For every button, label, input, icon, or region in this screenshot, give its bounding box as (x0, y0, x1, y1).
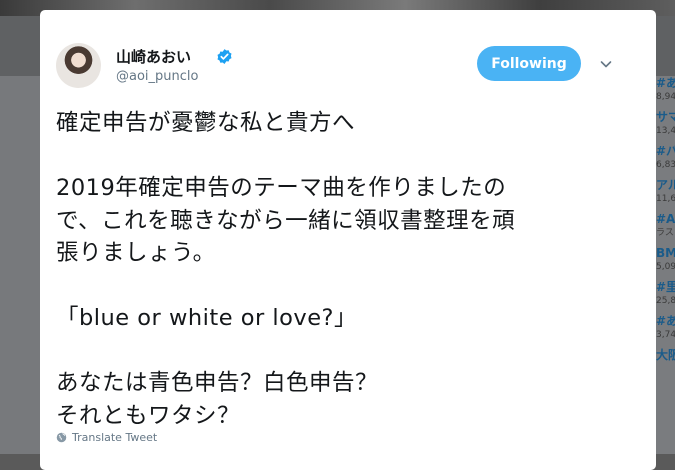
trend-item[interactable]: #あ 8,94 (655, 76, 675, 110)
tweet-text-line: あなたは青色申告？白色申告？ (56, 370, 379, 396)
author-handle[interactable]: @aoi_punclo (116, 69, 198, 85)
trend-item[interactable]: #あ 3,74 (655, 314, 675, 348)
background-left-column (0, 76, 40, 454)
trend-title[interactable]: #あ (656, 314, 675, 329)
trend-title[interactable]: アル (656, 178, 675, 193)
trend-count: 25,8 (656, 296, 675, 306)
tweet-text-line: 「blue or white or love?」 (56, 305, 357, 331)
author-display-name[interactable]: 山崎あおい (116, 48, 191, 66)
following-button[interactable]: Following (477, 46, 581, 81)
chevron-down-icon[interactable] (598, 56, 614, 72)
trend-count: 5,09 (656, 262, 675, 272)
trends-sidebar: #あ 8,94 サマ 13,4 #パ 6,83 アル 11,6 #Ad ラス t… (655, 76, 675, 454)
trend-count: 3,74 (656, 330, 675, 340)
tweet-text-line: 確定申告が憂鬱な私と貴方へ (56, 110, 356, 136)
tweet-text-line (56, 140, 616, 173)
avatar[interactable] (56, 43, 101, 88)
tweet-text-line: それともワタシ？ (56, 402, 241, 429)
trend-item[interactable]: 大阪 (655, 348, 675, 382)
tweet-text-line (56, 270, 616, 303)
trend-count: 13,4 (656, 126, 675, 136)
tweet-text: 確定申告が憂鬱な私と貴方へ 2019年確定申告のテーマ曲を作りましたの で、これ… (56, 107, 616, 432)
translate-tweet-link[interactable]: Translate Tweet (56, 431, 157, 444)
trend-title[interactable]: #Ad (656, 212, 675, 227)
trend-item[interactable]: アル 11,6 (655, 178, 675, 212)
tweet-text-line: 2019年確定申告のテーマ曲を作りましたの (56, 175, 507, 201)
tweet-text-line: 張りましょう。 (56, 240, 216, 266)
trend-title[interactable]: #里 (656, 280, 675, 295)
tweet-modal: 山崎あおい @aoi_punclo Following 確定申告が憂鬱な私と貴方… (40, 10, 656, 470)
trend-title[interactable]: #パ (656, 144, 675, 159)
trend-count: 6,83 (656, 160, 675, 170)
trend-item[interactable]: #パ 6,83 (655, 144, 675, 178)
trend-title[interactable]: サマ (656, 110, 675, 125)
trend-count: 8,94 (656, 92, 675, 102)
trend-title[interactable]: #あ (656, 76, 675, 91)
tweet-text-line: で、これを聴きながら一緒に領収書整理を頑 (56, 207, 516, 234)
trend-title[interactable]: BM (656, 246, 675, 261)
trend-count: ラス this (656, 228, 675, 238)
trend-item[interactable]: #里 25,8 (655, 280, 675, 314)
trend-count: 11,6 (656, 194, 675, 204)
globe-icon (56, 432, 67, 443)
trend-title[interactable]: 大阪 (656, 348, 675, 363)
tweet-text-line (56, 335, 616, 368)
verified-badge-icon (217, 49, 232, 64)
translate-label[interactable]: Translate Tweet (72, 431, 157, 444)
trend-item[interactable]: サマ 13,4 (655, 110, 675, 144)
trend-item[interactable]: #Ad ラス this (655, 212, 675, 246)
trend-item[interactable]: BM 5,09 (655, 246, 675, 280)
